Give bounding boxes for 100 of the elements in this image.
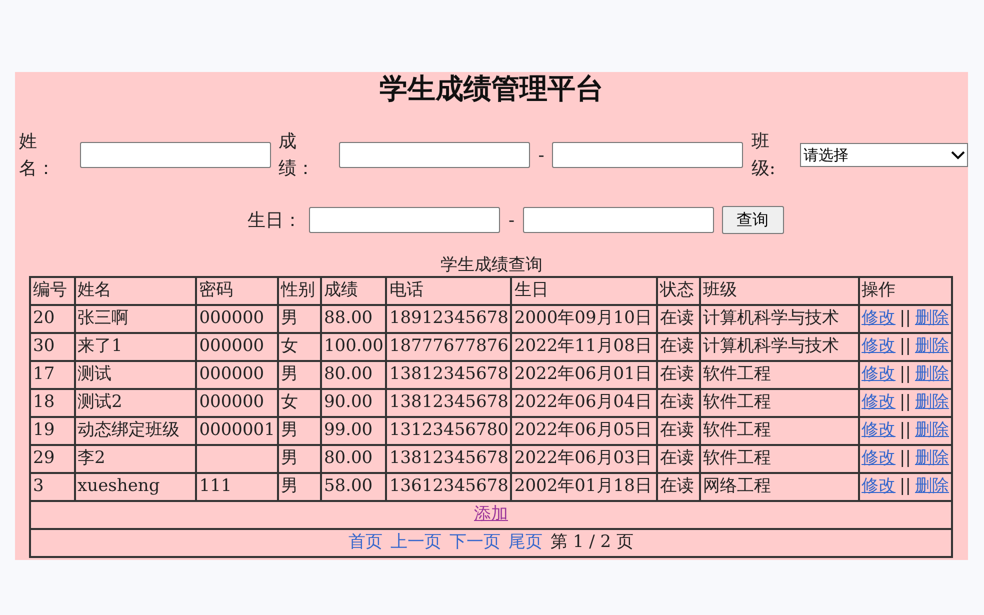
table-cell: 18912345678 [386, 305, 512, 333]
column-header: 性别 [278, 277, 321, 305]
table-cell: 18 [30, 389, 75, 417]
table-cell: 女 [278, 389, 321, 417]
table-cell: 软件工程 [700, 389, 859, 417]
input-field[interactable] [339, 142, 530, 168]
edit-link[interactable]: 修改 [862, 306, 896, 332]
input-field[interactable] [80, 142, 271, 168]
field-label: 姓名： [19, 130, 56, 181]
table-cell: 20 [30, 305, 75, 333]
table-cell: 软件工程 [700, 445, 859, 473]
table-cell: xuesheng [74, 473, 196, 501]
separator-text: || [900, 307, 911, 330]
table-cell: 网络工程 [700, 473, 859, 501]
table-cell: 软件工程 [700, 417, 859, 445]
table-cell: 000000 [196, 389, 278, 417]
column-header: 班级 [700, 277, 859, 305]
column-header: 成绩 [320, 277, 386, 305]
table-cell: 3 [30, 473, 75, 501]
separator-text: || [900, 391, 911, 414]
table-cell: 99.00 [320, 417, 386, 445]
table-cell: 软件工程 [700, 361, 859, 389]
pagination-link[interactable]: 首页 [348, 530, 382, 556]
table-cell: 13812345678 [386, 361, 512, 389]
table-cell: 29 [30, 445, 75, 473]
delete-link[interactable]: 删除 [915, 390, 949, 416]
query-button[interactable]: 查询 [722, 206, 784, 234]
table-cell: 000000 [196, 361, 278, 389]
table-cell: 在读 [656, 473, 700, 501]
table-cell: 18777677876 [386, 333, 512, 361]
page-title: 学生成绩管理平台 [380, 72, 604, 106]
table-cell: 88.00 [320, 305, 386, 333]
table-cell: 000000 [196, 305, 278, 333]
table-cell: 80.00 [320, 445, 386, 473]
table-cell: 男 [278, 473, 321, 501]
table-cell: 2000年09月10日 [511, 305, 657, 333]
table-cell: 男 [278, 305, 321, 333]
table-cell: 100.00 [320, 333, 386, 361]
delete-link[interactable]: 删除 [915, 306, 949, 332]
table-cell: 在读 [656, 445, 700, 473]
table-cell: 在读 [656, 305, 700, 333]
page-status: 第 1 / 2 页 [550, 531, 634, 554]
table-cell: 17 [30, 361, 75, 389]
table-cell: 2022年11月08日 [511, 333, 657, 361]
delete-link[interactable]: 删除 [915, 362, 949, 388]
separator-text: || [900, 475, 911, 498]
delete-link[interactable]: 删除 [915, 474, 949, 500]
pagination-link[interactable]: 尾页 [508, 530, 542, 556]
table-cell: 计算机科学与技术 [700, 305, 859, 333]
table-cell: 13612345678 [386, 473, 512, 501]
delete-link[interactable]: 删除 [915, 334, 949, 360]
column-header: 生日 [511, 277, 657, 305]
table-cell: 80.00 [320, 361, 386, 389]
class-select[interactable]: 请选择 [800, 143, 968, 167]
chevron-down-icon [951, 150, 965, 160]
separator-text: || [900, 447, 911, 470]
table-cell: 13123456780 [386, 417, 512, 445]
input-field[interactable] [309, 207, 500, 233]
table-cell: 90.00 [320, 389, 386, 417]
table-cell: 男 [278, 417, 321, 445]
edit-link[interactable]: 修改 [862, 474, 896, 500]
table-cell: 2022年06月03日 [511, 445, 657, 473]
table-cell: 0000001 [196, 417, 278, 445]
table-cell: 来了1 [74, 333, 196, 361]
edit-link[interactable]: 修改 [862, 418, 896, 444]
field-label: 班级: [751, 130, 776, 181]
table-cell: 000000 [196, 333, 278, 361]
edit-link[interactable]: 修改 [862, 334, 896, 360]
table-cell: 在读 [656, 389, 700, 417]
table-cell: 测试2 [74, 389, 196, 417]
field-label: 成绩： [278, 130, 316, 181]
table-cell: 13812345678 [386, 445, 512, 473]
separator-text: || [900, 363, 911, 386]
table-cell: 58.00 [320, 473, 386, 501]
edit-link[interactable]: 修改 [862, 390, 896, 416]
edit-link[interactable]: 修改 [862, 362, 896, 388]
add-link[interactable]: 添加 [474, 504, 508, 524]
table-cell: 张三啊 [74, 305, 196, 333]
table-cell: 男 [278, 361, 321, 389]
column-header: 密码 [196, 277, 278, 305]
column-header: 操作 [858, 277, 952, 305]
input-field[interactable] [522, 207, 714, 233]
delete-link[interactable]: 删除 [915, 446, 949, 472]
table-cell: 李2 [74, 445, 196, 473]
pagination-link[interactable]: 上一页 [390, 530, 442, 556]
table-cell: 2022年06月05日 [511, 417, 657, 445]
column-header: 状态 [656, 277, 700, 305]
table-cell: 19 [30, 417, 75, 445]
table-cell: 测试 [74, 361, 196, 389]
range-dash: - [508, 208, 515, 232]
table-cell: 在读 [656, 361, 700, 389]
delete-link[interactable]: 删除 [915, 418, 949, 444]
pagination-link[interactable]: 下一页 [450, 530, 500, 556]
column-header: 姓名 [74, 277, 196, 305]
table-cell: 男 [278, 445, 321, 473]
edit-link[interactable]: 修改 [862, 446, 896, 472]
table-cell: 动态绑定班级 [74, 417, 196, 445]
column-header: 电话 [386, 277, 512, 305]
input-field[interactable] [552, 142, 744, 168]
table-cell: 13812345678 [386, 389, 512, 417]
